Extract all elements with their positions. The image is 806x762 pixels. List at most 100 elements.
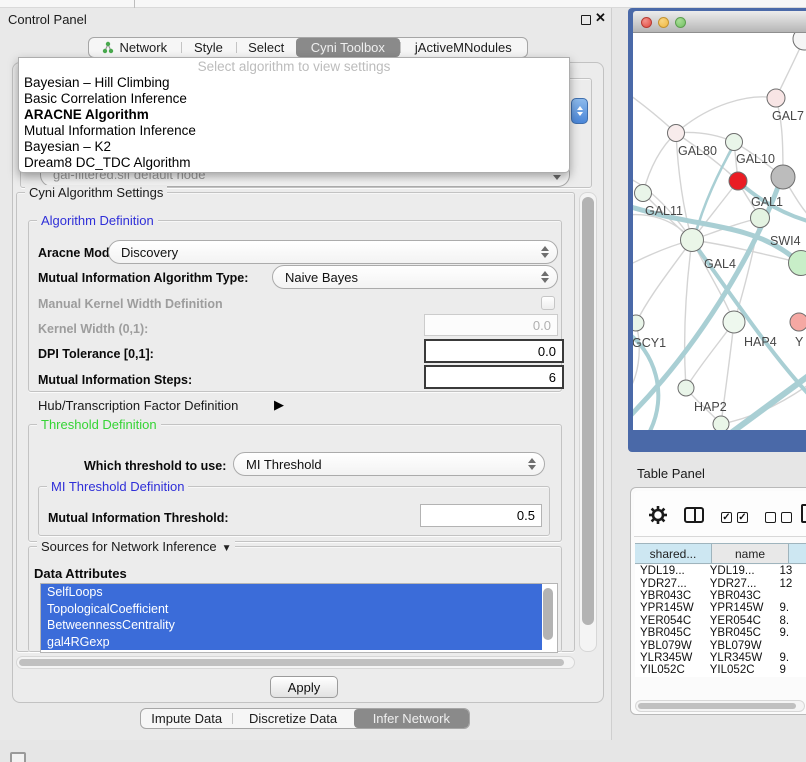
- minimize-traffic-light-icon[interactable]: [658, 17, 669, 28]
- algorithm-option[interactable]: Dream8 DC_TDC Algorithm: [19, 155, 569, 171]
- tab-network[interactable]: Network: [89, 38, 181, 57]
- network-edge[interactable]: [636, 240, 692, 323]
- table-cell: YIL052C: [705, 664, 775, 676]
- mi-threshold-field[interactable]: 0.5: [420, 504, 542, 527]
- network-node[interactable]: [713, 416, 729, 430]
- network-node-hap2[interactable]: [678, 380, 694, 396]
- gear-icon[interactable]: [648, 505, 668, 525]
- settings-vscroll-thumb[interactable]: [582, 197, 594, 625]
- table-row[interactable]: YBL079WYBL079W: [635, 639, 806, 651]
- algorithm-option[interactable]: ARACNE Algorithm: [19, 107, 569, 123]
- kernel-width-field[interactable]: 0.0: [424, 314, 558, 336]
- table-row[interactable]: YIL052CYIL052C9: [635, 664, 806, 676]
- network-node[interactable]: [729, 172, 747, 190]
- table-row[interactable]: YPR145WYPR145W9.: [635, 602, 806, 614]
- tab-select[interactable]: Select: [236, 38, 296, 57]
- mi-type-select[interactable]: Naive Bayes: [272, 265, 558, 289]
- list-scrollbar-thumb[interactable]: [543, 588, 553, 640]
- table-row[interactable]: YDL19...YDL19...13: [635, 565, 806, 577]
- table-cell: YPR145W: [635, 602, 705, 614]
- table-horizontal-scrollbar[interactable]: [635, 700, 805, 712]
- table-row[interactable]: YBR043CYBR043C: [635, 590, 806, 602]
- network-node-gal4[interactable]: [681, 229, 704, 252]
- table-cell: YDR27...: [635, 578, 705, 590]
- network-graph[interactable]: GAL7GAL80GAL10GAL11GAL1SWI4GAL4GCY1HAP4Y…: [633, 33, 806, 430]
- attribute-list-item[interactable]: SelfLoops: [41, 584, 542, 601]
- attribute-list-item[interactable]: BetweennessCentrality: [41, 617, 542, 634]
- column-header-A[interactable]: A: [789, 543, 806, 564]
- network-node[interactable]: [793, 33, 806, 50]
- algorithm-option[interactable]: Bayesian – Hill Climbing: [19, 75, 569, 91]
- tab-discretize-data[interactable]: Discretize Data: [232, 709, 353, 728]
- settings-group-title: Cyni Algorithm Settings: [25, 185, 167, 200]
- table-row[interactable]: YDR27...YDR27...12: [635, 577, 806, 589]
- algorithm-option[interactable]: Mutual Information Inference: [19, 123, 569, 139]
- network-node-gal10[interactable]: [726, 134, 743, 151]
- select-all-check-icon[interactable]: ✓: [721, 512, 732, 523]
- apply-button[interactable]: Apply: [270, 676, 338, 698]
- table-cell: 12: [775, 578, 806, 590]
- algorithm-popup: Select algorithm to view settings Bayesi…: [18, 57, 570, 173]
- table-cell: 9.: [775, 627, 806, 639]
- hub-expand-arrow-icon[interactable]: ▶: [274, 397, 284, 413]
- table-cell: YBL079W: [705, 640, 775, 652]
- hub-definition-label[interactable]: Hub/Transcription Factor Definition: [38, 398, 238, 413]
- data-attributes-label: Data Attributes: [34, 566, 127, 581]
- deselect-all-icon[interactable]: [765, 512, 776, 523]
- network-node-hap4[interactable]: [723, 311, 745, 333]
- table-cell: 9.: [775, 652, 806, 664]
- dpi-tolerance-field[interactable]: 0.0: [424, 339, 564, 363]
- network-canvas[interactable]: GAL7GAL80GAL10GAL11GAL1SWI4GAL4GCY1HAP4Y…: [633, 33, 806, 430]
- tab-infer-network[interactable]: Infer Network: [354, 709, 469, 728]
- table-row[interactable]: YER054CYER054C8.: [635, 615, 806, 627]
- float-window-icon[interactable]: [581, 15, 591, 25]
- network-edge[interactable]: [676, 97, 776, 133]
- bottom-tabbar: Impute DataDiscretize DataInfer Network: [140, 708, 470, 729]
- network-node[interactable]: [771, 165, 795, 189]
- close-icon[interactable]: ✕: [595, 11, 606, 25]
- tab-style[interactable]: Style: [181, 38, 237, 57]
- data-attributes-list[interactable]: SelfLoopsTopologicalCoefficientBetweenne…: [40, 583, 558, 653]
- settings-hscroll-thumb[interactable]: [19, 659, 564, 666]
- dock-chip[interactable]: [10, 752, 26, 762]
- close-traffic-light-icon[interactable]: [641, 17, 652, 28]
- which-threshold-select[interactable]: MI Threshold: [233, 452, 545, 476]
- node-label: GAL10: [736, 152, 775, 166]
- network-node-gal7[interactable]: [767, 89, 785, 107]
- table-row[interactable]: YBR045CYBR045C9.: [635, 627, 806, 639]
- network-node-gal11[interactable]: [635, 185, 652, 202]
- tab-cyni-toolbox[interactable]: Cyni Toolbox: [296, 38, 400, 57]
- network-edge[interactable]: [633, 323, 639, 393]
- column-header-name[interactable]: name: [712, 543, 789, 564]
- manual-kernel-checkbox[interactable]: [541, 296, 555, 310]
- table-panel-title: Table Panel: [637, 466, 705, 481]
- zoom-traffic-light-icon[interactable]: [675, 17, 686, 28]
- table-cell: YER054C: [705, 615, 775, 627]
- algorithm-select-arrows-icon[interactable]: [571, 98, 588, 124]
- network-node-gcy1[interactable]: [633, 315, 644, 331]
- network-node-y[interactable]: [790, 313, 806, 331]
- network-node-gal1[interactable]: [751, 209, 770, 228]
- algorithm-option[interactable]: Basic Correlation Inference: [19, 91, 569, 107]
- tab-impute-data[interactable]: Impute Data: [141, 709, 232, 728]
- table-hscroll-thumb[interactable]: [638, 703, 796, 709]
- select-all-check-icon[interactable]: ✓: [737, 512, 748, 523]
- export-table-icon[interactable]: [801, 504, 806, 523]
- tab-jactivemnodules[interactable]: jActiveMNodules: [400, 38, 527, 57]
- network-edge[interactable]: [685, 240, 692, 388]
- mi-steps-field[interactable]: 6: [424, 365, 564, 389]
- column-browser-icon[interactable]: [684, 507, 704, 523]
- settings-horizontal-scrollbar[interactable]: [16, 656, 575, 669]
- table-row[interactable]: YLR345WYLR345W9.: [635, 652, 806, 664]
- settings-vertical-scrollbar[interactable]: [579, 192, 597, 652]
- attribute-list-item[interactable]: TopologicalCoefficient: [41, 601, 542, 618]
- network-window-titlebar[interactable]: [633, 11, 806, 33]
- aracne-mode-select[interactable]: Discovery: [108, 240, 558, 264]
- deselect-all-icon[interactable]: [781, 512, 792, 523]
- column-header-shared[interactable]: shared...: [635, 543, 712, 564]
- algorithm-option[interactable]: Bayesian – K2: [19, 139, 569, 155]
- attribute-list-item[interactable]: gal4RGexp: [41, 634, 542, 651]
- network-node-gal80[interactable]: [668, 125, 685, 142]
- network-edge[interactable]: [643, 133, 676, 193]
- sources-collapse-arrow-icon[interactable]: ▼: [222, 543, 232, 554]
